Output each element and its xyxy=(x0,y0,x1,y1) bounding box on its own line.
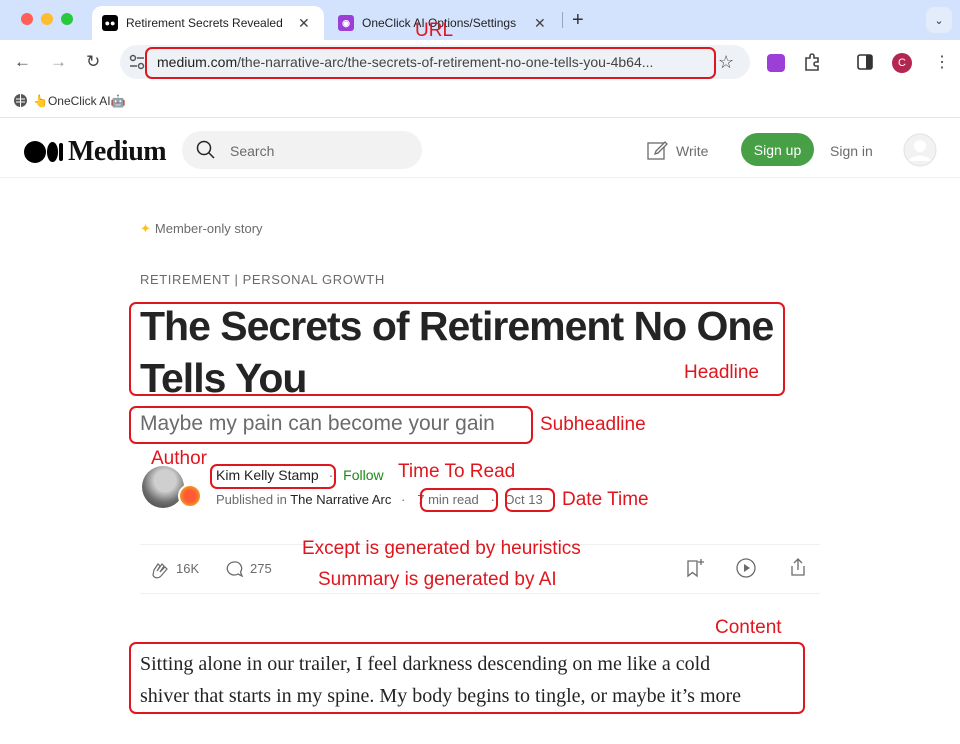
play-icon[interactable] xyxy=(735,557,757,579)
close-tab-icon[interactable]: ✕ xyxy=(298,15,310,32)
clap-icon[interactable] xyxy=(149,558,171,580)
write-link[interactable]: Write xyxy=(676,143,708,159)
side-panel-icon[interactable] xyxy=(857,54,873,70)
medium-wordmark: Medium xyxy=(68,136,167,167)
new-tab-button[interactable]: + xyxy=(572,9,584,32)
zoom-window-button[interactable] xyxy=(61,13,73,25)
author-annotation-label: Author xyxy=(151,448,207,469)
share-icon[interactable] xyxy=(787,556,809,578)
medium-dots-icon xyxy=(24,141,63,163)
url-annotation-box xyxy=(145,47,716,79)
search-placeholder: Search xyxy=(230,143,275,159)
tab-title: Retirement Secrets Revealed xyxy=(126,16,283,30)
subheadline-annotation-box xyxy=(129,406,533,444)
medium-logo[interactable]: Medium xyxy=(24,136,167,168)
more-menu-icon[interactable]: ⋮ xyxy=(934,52,950,72)
signup-button[interactable]: Sign up xyxy=(741,133,814,166)
url-annotation-label: URL xyxy=(415,20,454,41)
content-annotation-box xyxy=(129,642,805,714)
back-arrow-icon[interactable]: ← xyxy=(14,52,31,72)
oneclick-favicon-icon: ◉ xyxy=(338,15,354,31)
topics-label: RETIREMENT | PERSONAL GROWTH xyxy=(140,272,385,287)
subheadline-annotation-label: Subheadline xyxy=(540,414,646,435)
close-window-button[interactable] xyxy=(21,13,33,25)
time-to-read-annotation-label: Time To Read xyxy=(398,461,516,482)
publication-link[interactable]: The Narrative Arc xyxy=(290,492,391,507)
oneclick-extension-icon[interactable] xyxy=(767,54,785,72)
globe-icon xyxy=(14,94,27,107)
extensions-puzzle-icon[interactable] xyxy=(803,53,821,71)
follow-button[interactable]: Follow xyxy=(343,467,383,483)
date-time-annotation-label: Date Time xyxy=(562,489,649,510)
author-annotation-box xyxy=(210,464,336,489)
published-in-label: Published in xyxy=(216,492,287,507)
chevron-down-icon[interactable]: ⌄ xyxy=(926,7,952,33)
clap-count: 16K xyxy=(176,561,200,576)
headline-annotation-label: Headline xyxy=(684,362,759,383)
bookmarks-bar xyxy=(0,86,960,118)
header-divider xyxy=(0,177,960,178)
medium-favicon-icon: ●● xyxy=(102,15,118,31)
tab-separator xyxy=(562,12,563,28)
search-input[interactable] xyxy=(182,131,422,169)
member-only-badge: ✦ Member-only story xyxy=(140,221,263,237)
tab-retirement-secrets[interactable]: ●● Retirement Secrets Revealed ✕ xyxy=(92,6,324,40)
close-tab-icon[interactable]: ✕ xyxy=(534,15,546,32)
responses-icon[interactable] xyxy=(224,559,244,579)
response-count: 275 xyxy=(250,561,272,576)
summary-annotation-label: Summary is generated by AI xyxy=(318,569,557,590)
excerpt-annotation-label: Except is generated by heuristics xyxy=(302,538,581,559)
content-annotation-label: Content xyxy=(715,617,782,638)
profile-avatar[interactable]: C xyxy=(892,53,912,73)
member-badge-label: Member-only story xyxy=(154,221,263,236)
minimize-window-button[interactable] xyxy=(41,13,53,25)
search-icon xyxy=(196,140,215,159)
forward-arrow-icon[interactable]: → xyxy=(50,52,67,72)
signin-link[interactable]: Sign in xyxy=(830,143,873,159)
site-settings-icon[interactable] xyxy=(129,54,145,70)
actions-bottom-divider xyxy=(140,593,820,594)
bookmark-add-icon[interactable] xyxy=(684,557,706,579)
reload-icon[interactable]: ↻ xyxy=(86,52,100,72)
date-annotation-box xyxy=(505,488,555,512)
bookmark-star-icon[interactable]: ☆ xyxy=(718,52,734,73)
sparkle-icon: ✦ xyxy=(140,221,151,236)
write-icon[interactable] xyxy=(646,139,668,161)
bookmark-oneclick[interactable]: 👆OneClick AI🤖 xyxy=(13,93,126,108)
bookmark-label: 👆OneClick AI🤖 xyxy=(33,93,126,108)
user-avatar-icon[interactable] xyxy=(903,133,937,167)
publication-avatar[interactable] xyxy=(178,484,202,508)
author-avatar[interactable] xyxy=(142,466,184,508)
time-to-read-annotation-box xyxy=(420,488,498,512)
